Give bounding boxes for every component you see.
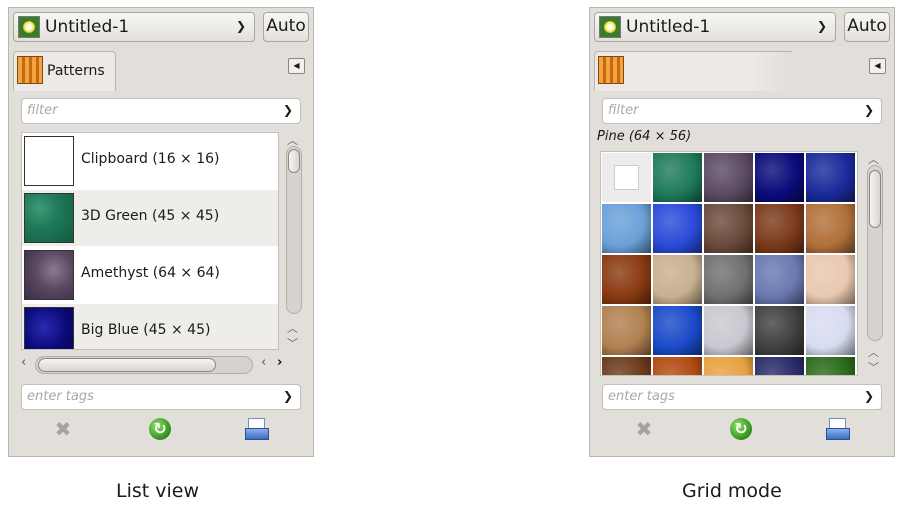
scroll-thumb[interactable] [288, 149, 300, 173]
scroll-thumb[interactable] [869, 170, 881, 228]
image-name: Untitled-1 [626, 17, 711, 37]
filter-placeholder: filter [27, 103, 58, 118]
scroll-up-icon[interactable]: ︿ [287, 320, 298, 336]
scroll-down-icon[interactable]: ﹀ [287, 335, 298, 351]
image-selector[interactable]: Untitled-1 ❯ [13, 12, 255, 42]
list-view-caption: List view [116, 480, 200, 502]
filter-combo[interactable]: filter ❯ [21, 98, 301, 124]
delete-icon[interactable]: ✖ [634, 418, 654, 440]
pattern-label: Big Blue (45 × 45) [81, 322, 211, 338]
pattern-thumbnail [24, 193, 74, 243]
pattern-grid-cell[interactable] [755, 255, 804, 304]
scroll-track[interactable] [867, 165, 883, 341]
chevron-down-icon: ❯ [863, 389, 874, 403]
pattern-thumbnail [24, 307, 74, 349]
pattern-label: Clipboard (16 × 16) [81, 151, 220, 167]
filter-combo[interactable]: filter ❯ [602, 98, 882, 124]
pattern-grid-cell[interactable] [602, 357, 651, 375]
image-selector[interactable]: Untitled-1 ❯ [594, 12, 836, 42]
pattern-grid-cell[interactable] [602, 204, 651, 253]
pattern-grid-cell[interactable] [602, 306, 651, 355]
pattern-grid-cell[interactable] [755, 153, 804, 202]
pattern-grid[interactable] [600, 151, 858, 376]
patterns-icon [17, 56, 43, 84]
list-item[interactable]: 3D Green (45 × 45) [22, 190, 278, 246]
image-thumbnail-icon [18, 16, 40, 38]
patterns-icon [598, 56, 624, 84]
scroll-track[interactable] [286, 146, 302, 314]
pattern-label: Amethyst (64 × 64) [81, 265, 220, 281]
pattern-thumbnail [24, 250, 74, 300]
scroll-right-icon[interactable]: › [277, 355, 282, 370]
chevron-down-icon: ❯ [282, 103, 293, 117]
pattern-grid-cell[interactable] [704, 357, 753, 375]
pattern-grid-cell[interactable] [806, 204, 855, 253]
pattern-grid-cell[interactable] [806, 255, 855, 304]
pattern-grid-cell[interactable] [806, 306, 855, 355]
pattern-grid-cell[interactable] [653, 255, 702, 304]
scroll-left-icon[interactable]: ‹ [21, 355, 26, 370]
list-horizontal-scrollbar[interactable]: ‹ ‹ › [21, 355, 306, 375]
pattern-grid-cell[interactable] [602, 255, 651, 304]
delete-icon[interactable]: ✖ [53, 418, 73, 440]
scroll-track[interactable] [35, 356, 253, 374]
chevron-down-icon: ❯ [816, 19, 827, 33]
selected-pattern-label: Pine (64 × 56) [597, 129, 692, 144]
pattern-label: 3D Green (45 × 45) [81, 208, 220, 224]
list-vertical-scrollbar[interactable]: ︿ ︿ ﹀ [284, 132, 304, 354]
scroll-up-icon[interactable]: ︿ [868, 344, 879, 360]
tab-label: Patterns [47, 63, 105, 79]
auto-button[interactable]: Auto [844, 12, 890, 42]
auto-button[interactable]: Auto [263, 12, 309, 42]
pattern-grid-cell[interactable] [653, 153, 702, 202]
tags-placeholder: enter tags [608, 389, 675, 404]
pattern-grid-cell[interactable] [755, 357, 804, 375]
pattern-grid-cell[interactable] [704, 204, 753, 253]
chevron-down-icon: ❯ [235, 19, 246, 33]
image-thumbnail-icon [599, 16, 621, 38]
grid-vertical-scrollbar[interactable]: ︿ ︿ ﹀ [865, 151, 885, 376]
chevron-down-icon: ❯ [282, 389, 293, 403]
tab-patterns[interactable] [594, 51, 792, 91]
pattern-thumbnail [24, 136, 74, 186]
pattern-grid-cell[interactable] [704, 153, 753, 202]
pattern-grid-cell[interactable] [806, 357, 855, 375]
filter-placeholder: filter [608, 103, 639, 118]
tags-combo[interactable]: enter tags ❯ [21, 384, 301, 410]
tags-placeholder: enter tags [27, 389, 94, 404]
pattern-grid-cell[interactable] [755, 306, 804, 355]
list-item[interactable]: Amethyst (64 × 64) [22, 247, 278, 303]
refresh-icon[interactable]: ↻ [149, 418, 171, 440]
pattern-grid-cell[interactable] [602, 153, 651, 202]
open-as-image-icon[interactable] [826, 418, 850, 440]
tags-combo[interactable]: enter tags ❯ [602, 384, 882, 410]
pattern-grid-cell[interactable] [755, 204, 804, 253]
scroll-down-icon[interactable]: ﹀ [868, 359, 879, 375]
scroll-thumb[interactable] [38, 358, 216, 372]
pattern-grid-cell[interactable] [704, 255, 753, 304]
patterns-dialog-grid-mode: Untitled-1 ❯ Auto ◀ filter ❯ Pine (64 × … [589, 7, 895, 457]
chevron-down-icon: ❯ [863, 103, 874, 117]
refresh-icon[interactable]: ↻ [730, 418, 752, 440]
list-item[interactable]: Big Blue (45 × 45) [22, 304, 278, 349]
pattern-grid-cell[interactable] [704, 306, 753, 355]
patterns-dialog-list-view: Untitled-1 ❯ Auto Patterns ◀ filter ❯ Cl… [8, 7, 314, 457]
pattern-grid-cell[interactable] [653, 306, 702, 355]
pattern-grid-cell[interactable] [653, 357, 702, 375]
open-as-image-icon[interactable] [245, 418, 269, 440]
image-name: Untitled-1 [45, 17, 130, 37]
pattern-list[interactable]: Clipboard (16 × 16) 3D Green (45 × 45) A… [21, 132, 279, 350]
grid-mode-caption: Grid mode [682, 480, 782, 502]
scroll-left-icon[interactable]: ‹ [261, 355, 266, 370]
tab-patterns[interactable]: Patterns [13, 51, 116, 91]
list-item[interactable]: Clipboard (16 × 16) [22, 133, 278, 189]
pattern-grid-cell[interactable] [806, 153, 855, 202]
pattern-grid-cell[interactable] [653, 204, 702, 253]
tab-menu-icon[interactable]: ◀ [869, 58, 886, 74]
tab-menu-icon[interactable]: ◀ [288, 58, 305, 74]
